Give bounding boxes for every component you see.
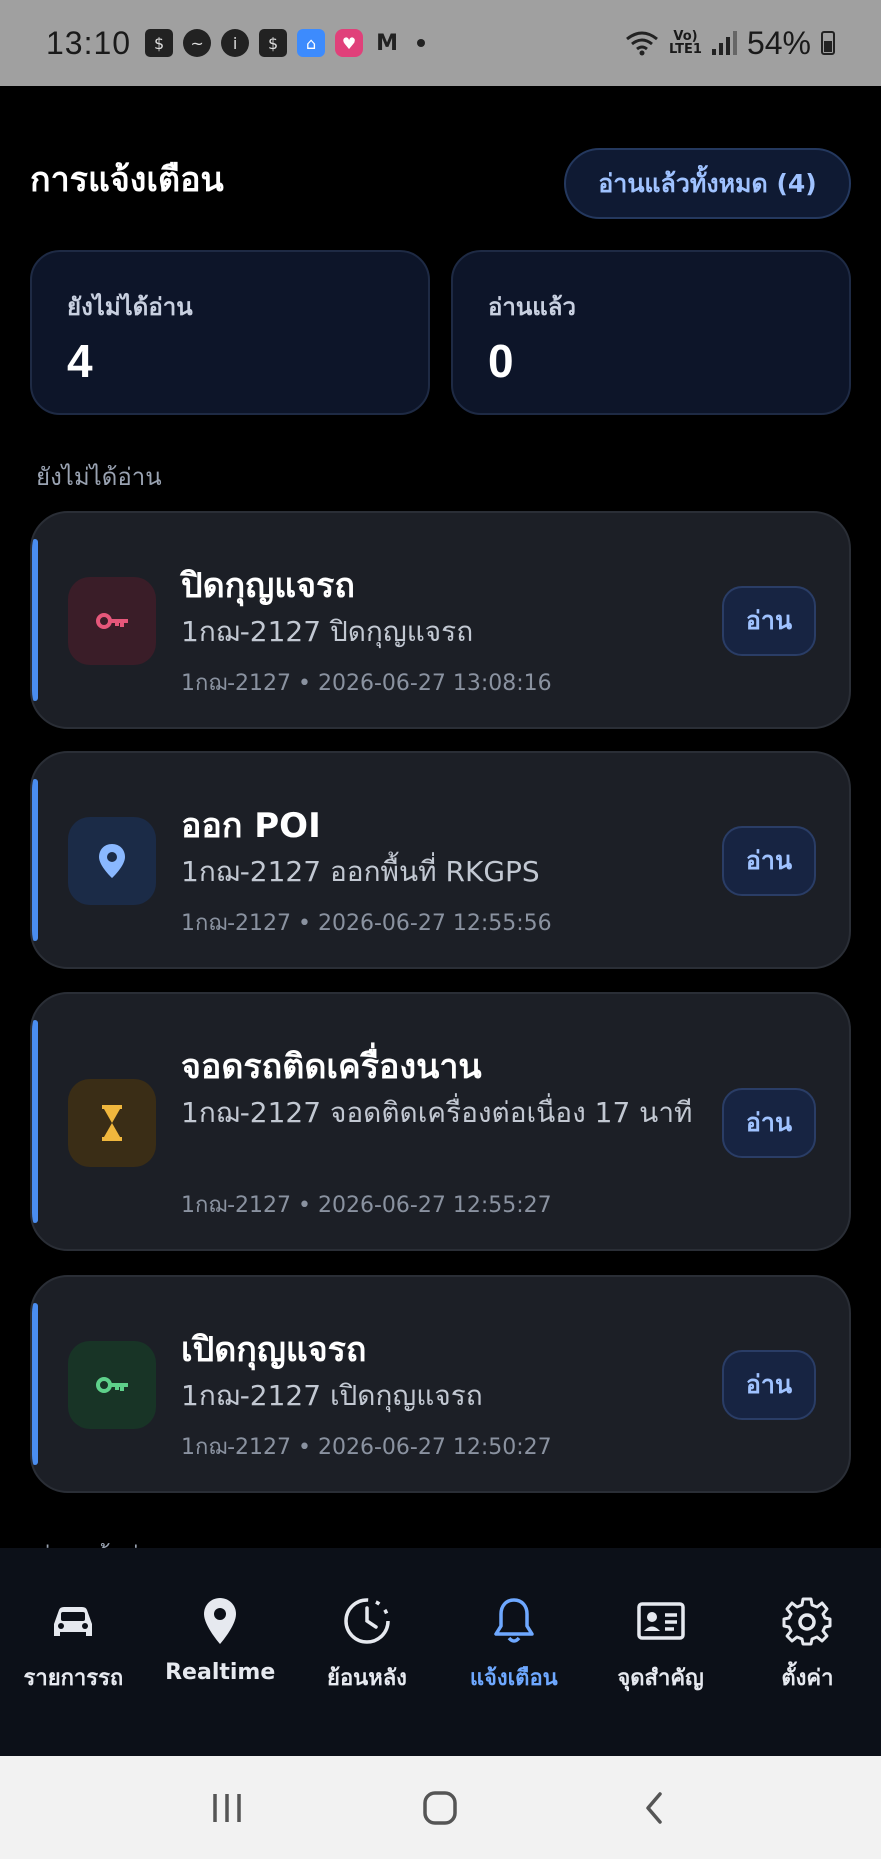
- notification-meta: 1กฌ-2127 • 2026-06-27 12:50:27: [181, 1435, 552, 1460]
- car-icon: [54, 1607, 93, 1636]
- notification-description: 1กฌ-2127 จอดติดเครื่องต่อเนื่อง 17 นาที: [181, 1096, 693, 1129]
- notification-description: 1กฌ-2127 เปิดกุญแจรถ: [181, 1379, 483, 1412]
- notification-title: ปิดกุญแจรถ: [181, 566, 355, 606]
- signal-icon: [711, 31, 737, 55]
- nav-item-realtime[interactable]: Realtime: [147, 1548, 294, 1756]
- notification-icon-box: [68, 577, 156, 665]
- home-button[interactable]: [410, 1778, 470, 1838]
- notification-card[interactable]: จอดรถติดเครื่องนาน 1กฌ-2127 จอดติดเครื่อ…: [30, 992, 851, 1251]
- recent-apps-button[interactable]: [197, 1778, 257, 1838]
- history-clock-icon: [344, 1598, 390, 1644]
- info-icon: i: [221, 29, 250, 57]
- location-pin-icon: [99, 844, 125, 878]
- unread-stat-label: ยังไม่ได้อ่าน: [67, 293, 193, 321]
- home-app-icon: ⌂: [297, 29, 326, 57]
- nav-label: รายการรถ: [23, 1666, 124, 1691]
- notification-meta: 1กฌ-2127 • 2026-06-27 13:08:16: [181, 671, 552, 696]
- unread-accent-bar: [32, 539, 38, 701]
- notification-card[interactable]: เปิดกุญแจรถ 1กฌ-2127 เปิดกุญแจรถ 1กฌ-212…: [30, 1275, 851, 1493]
- notification-icon-box: [68, 1341, 156, 1429]
- system-status-icons: Vo) LTE1 54%: [625, 0, 835, 86]
- wifi-icon: [626, 31, 658, 56]
- back-icon: [646, 1791, 662, 1824]
- gmail-icon: M: [376, 30, 399, 56]
- bottom-navigation: รายการรถ Realtime ย้อนหลัง แจ้งเตือน จุด…: [0, 1548, 881, 1756]
- mark-read-button[interactable]: อ่าน: [722, 586, 816, 656]
- notification-title: จอดรถติดเครื่องนาน: [181, 1047, 482, 1087]
- unread-stat-card: ยังไม่ได้อ่าน 4: [30, 250, 430, 415]
- gear-icon: [782, 1597, 832, 1646]
- bell-icon: [494, 1598, 534, 1643]
- system-navigation-bar: [0, 1756, 881, 1859]
- unread-accent-bar: [32, 1303, 38, 1465]
- location-pin-icon: [204, 1598, 237, 1644]
- read-stat-value: 0: [488, 335, 514, 387]
- page-title: การแจ้งเตือน: [30, 160, 224, 200]
- battery-percent: 54%: [746, 24, 811, 61]
- key-icon: [96, 1377, 128, 1393]
- battery-icon: [821, 31, 835, 55]
- notification-description: 1กฌ-2127 ปิดกุญแจรถ: [181, 615, 474, 648]
- hourglass-icon: [102, 1105, 122, 1141]
- notification-title: ออก POI: [181, 806, 321, 846]
- mark-all-read-button[interactable]: อ่านแล้วทั้งหมด (4): [564, 148, 851, 219]
- status-bar: 13:10 $ ~ i $ ⌂ ♥ M Vo) LTE1 54%: [0, 0, 881, 86]
- nav-item-history[interactable]: ย้อนหลัง: [294, 1548, 441, 1756]
- key-icon: [96, 613, 128, 629]
- mark-read-button[interactable]: อ่าน: [722, 1350, 816, 1420]
- nav-label: Realtime: [165, 1660, 276, 1685]
- nav-item-vehicles[interactable]: รายการรถ: [0, 1548, 147, 1756]
- mark-read-button[interactable]: อ่าน: [722, 1088, 816, 1158]
- status-time: 13:10: [46, 24, 132, 61]
- read-stat-card: อ่านแล้ว 0: [451, 250, 851, 415]
- nav-item-places[interactable]: จุดสำคัญ: [587, 1548, 734, 1756]
- nav-item-alerts[interactable]: แจ้งเตือน: [440, 1548, 587, 1756]
- notification-meta: 1กฌ-2127 • 2026-06-27 12:55:27: [181, 1193, 552, 1218]
- back-button[interactable]: [624, 1778, 684, 1838]
- messenger-icon: ~: [183, 29, 212, 57]
- notification-icons: $ ~ i $ ⌂ ♥ M: [145, 29, 426, 57]
- more-notifications-dot: [417, 39, 426, 47]
- home-icon: [423, 1790, 458, 1825]
- network-type-label: Vo) LTE1: [669, 29, 702, 57]
- notification-description: 1กฌ-2127 ออกพื้นที่ RKGPS: [181, 855, 540, 888]
- notification-icon-box: [68, 1079, 156, 1167]
- nav-label: ย้อนหลัง: [327, 1666, 407, 1691]
- notification-card[interactable]: ออก POI 1กฌ-2127 ออกพื้นที่ RKGPS 1กฌ-21…: [30, 751, 851, 969]
- nav-label: ตั้งค่า: [781, 1666, 834, 1691]
- nav-label: แจ้งเตือน: [469, 1666, 558, 1691]
- lazada-app-icon: ♥: [335, 29, 364, 57]
- shopping-bag-icon: $: [259, 29, 288, 57]
- unread-accent-bar: [32, 779, 38, 941]
- read-stat-label: อ่านแล้ว: [488, 293, 576, 321]
- mark-read-button[interactable]: อ่าน: [722, 826, 816, 896]
- notification-icon-box: [68, 817, 156, 905]
- nav-item-settings[interactable]: ตั้งค่า: [734, 1548, 881, 1756]
- nav-label: จุดสำคัญ: [617, 1666, 704, 1691]
- recent-apps-icon: [213, 1793, 241, 1822]
- notification-card[interactable]: ปิดกุญแจรถ 1กฌ-2127 ปิดกุญแจรถ 1กฌ-2127 …: [30, 511, 851, 729]
- notification-meta: 1กฌ-2127 • 2026-06-27 12:55:56: [181, 911, 552, 936]
- shopping-bag-icon: $: [145, 29, 174, 57]
- unread-section-label: ยังไม่ได้อ่าน: [36, 463, 162, 491]
- unread-accent-bar: [32, 1020, 38, 1223]
- id-card-icon: [636, 1602, 685, 1640]
- unread-stat-value: 4: [67, 335, 93, 387]
- notification-title: เปิดกุญแจรถ: [181, 1330, 367, 1370]
